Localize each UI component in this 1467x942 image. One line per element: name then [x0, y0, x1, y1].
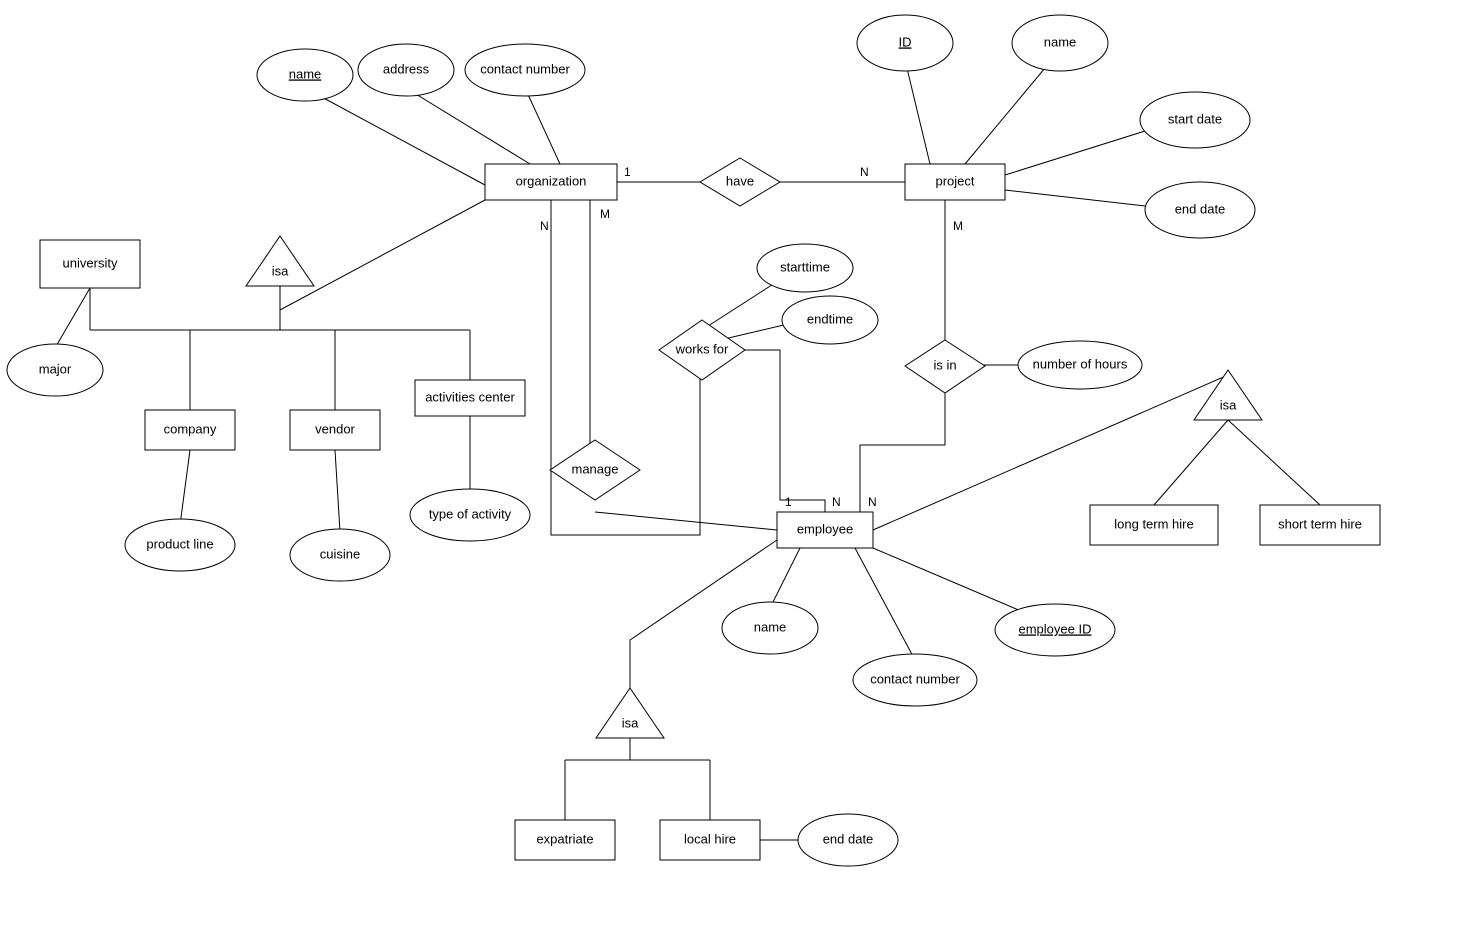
- svg-text:organization: organization: [516, 173, 587, 188]
- attr-isin-hours: number of hours: [1018, 341, 1142, 389]
- svg-text:vendor: vendor: [315, 421, 355, 436]
- rel-works-for: works for: [659, 320, 745, 380]
- svg-text:contact number: contact number: [870, 671, 960, 686]
- entity-organization: organization: [485, 164, 617, 200]
- attr-univ-major: major: [7, 344, 103, 396]
- attr-org-contact: contact number: [465, 44, 585, 96]
- attr-org-address: address: [358, 44, 454, 96]
- attr-proj-end: end date: [1145, 182, 1255, 238]
- svg-text:end date: end date: [823, 831, 874, 846]
- svg-text:have: have: [726, 173, 754, 188]
- svg-text:short term hire: short term hire: [1278, 516, 1362, 531]
- entity-university: university: [40, 240, 140, 288]
- svg-text:name: name: [754, 619, 787, 634]
- svg-text:company: company: [164, 421, 217, 436]
- entity-expatriate: expatriate: [515, 820, 615, 860]
- svg-text:number of hours: number of hours: [1033, 356, 1128, 371]
- attr-worksfor-start: starttime: [757, 244, 853, 292]
- rel-have: have: [700, 158, 780, 206]
- svg-text:works for: works for: [675, 341, 729, 356]
- entity-long-term-hire: long term hire: [1090, 505, 1218, 545]
- svg-text:address: address: [383, 61, 430, 76]
- svg-text:employee: employee: [797, 521, 853, 536]
- card-proj-have: N: [860, 165, 869, 179]
- svg-text:start date: start date: [1168, 111, 1222, 126]
- attr-localhire-end: end date: [798, 814, 898, 866]
- attr-emp-id: employee ID: [995, 604, 1115, 656]
- svg-text:isa: isa: [1220, 397, 1237, 412]
- svg-text:contact number: contact number: [480, 61, 570, 76]
- isa-hire: isa: [1194, 370, 1262, 420]
- attr-emp-contact: contact number: [853, 654, 977, 706]
- rel-manage: manage: [550, 440, 640, 500]
- svg-text:expatriate: expatriate: [536, 831, 593, 846]
- attr-vendor-cuisine: cuisine: [290, 529, 390, 581]
- entity-activities-center: activities center: [415, 380, 525, 416]
- svg-text:isa: isa: [272, 263, 289, 278]
- svg-text:starttime: starttime: [780, 259, 830, 274]
- svg-text:endtime: endtime: [807, 311, 853, 326]
- attr-activity-type: type of activity: [410, 489, 530, 541]
- rel-is-in: is in: [905, 340, 985, 393]
- entity-vendor: vendor: [290, 410, 380, 450]
- attr-emp-name: name: [722, 602, 818, 654]
- attr-proj-start: start date: [1140, 92, 1250, 148]
- svg-text:end date: end date: [1175, 201, 1226, 216]
- svg-text:manage: manage: [572, 461, 619, 476]
- attr-worksfor-end: endtime: [782, 296, 878, 344]
- card-org-works: M: [600, 207, 610, 221]
- attr-proj-name: name: [1012, 15, 1108, 71]
- er-diagram: 1 N M N M 1 N N organization project uni…: [0, 0, 1467, 942]
- card-org-manage: N: [540, 219, 549, 233]
- isa-employee: isa: [596, 688, 664, 738]
- svg-text:employee ID: employee ID: [1019, 621, 1092, 636]
- svg-text:product line: product line: [146, 536, 213, 551]
- card-proj-isin: M: [953, 219, 963, 233]
- attr-org-name: name: [257, 49, 353, 101]
- isa-organization: isa: [246, 236, 314, 286]
- entity-short-term-hire: short term hire: [1260, 505, 1380, 545]
- svg-text:isa: isa: [622, 715, 639, 730]
- card-emp-works: N: [832, 495, 841, 509]
- card-org-have: 1: [624, 165, 631, 179]
- card-emp-manage: 1: [785, 495, 792, 509]
- entity-employee: employee: [777, 512, 873, 548]
- svg-text:type of activity: type of activity: [429, 506, 512, 521]
- svg-text:project: project: [935, 173, 974, 188]
- svg-text:is in: is in: [933, 357, 956, 372]
- card-emp-isin: N: [868, 495, 877, 509]
- svg-text:long term hire: long term hire: [1114, 516, 1193, 531]
- svg-text:ID: ID: [899, 34, 912, 49]
- svg-text:cuisine: cuisine: [320, 546, 360, 561]
- svg-text:name: name: [289, 66, 322, 81]
- svg-text:name: name: [1044, 34, 1077, 49]
- entity-project: project: [905, 164, 1005, 200]
- svg-text:major: major: [39, 361, 72, 376]
- svg-text:university: university: [63, 255, 118, 270]
- attr-proj-id: ID: [857, 15, 953, 71]
- entity-company: company: [145, 410, 235, 450]
- attr-company-product: product line: [125, 519, 235, 571]
- svg-text:local hire: local hire: [684, 831, 736, 846]
- entity-local-hire: local hire: [660, 820, 760, 860]
- svg-text:activities center: activities center: [425, 389, 515, 404]
